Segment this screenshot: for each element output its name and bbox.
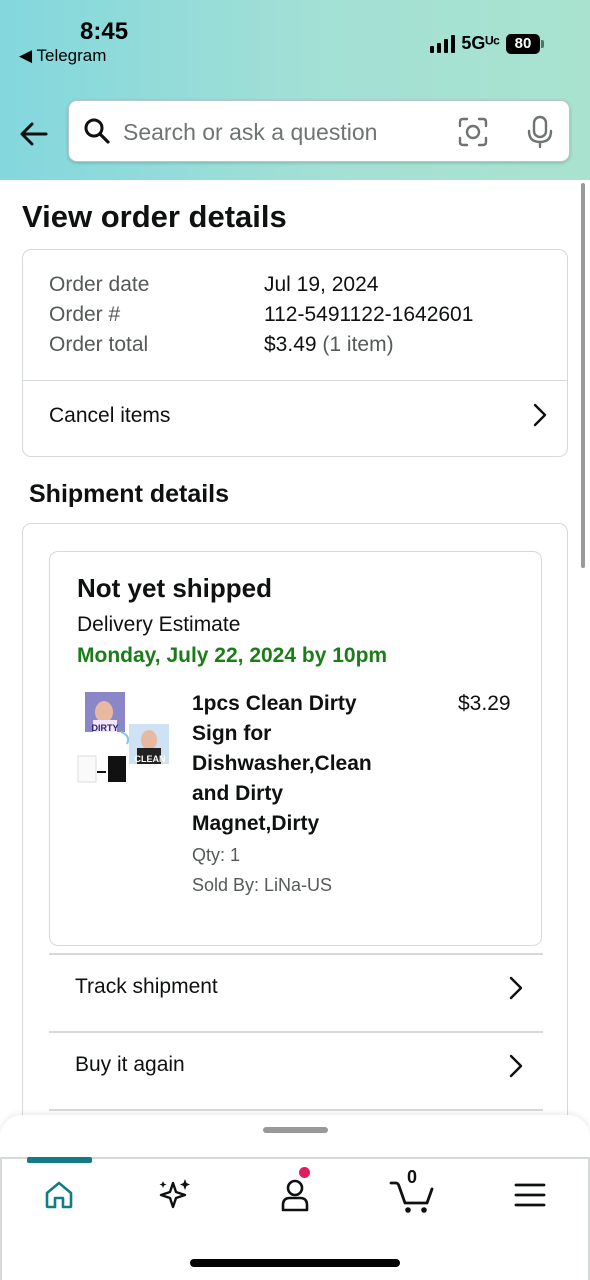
order-total-label: Order total [49, 333, 149, 356]
order-number-label: Order # [49, 303, 121, 326]
frame-edge-left [0, 1157, 2, 1280]
signal-icon [430, 34, 456, 53]
shipment-item-card: Not yet shipped Delivery Estimate Monday… [49, 551, 542, 946]
order-details-content[interactable]: View order details Order date Jul 19, 20… [0, 180, 590, 1115]
sheet-drag-handle[interactable] [263, 1127, 328, 1133]
microphone-icon[interactable] [525, 115, 555, 149]
thumb-dirty-text: DIRTY [92, 723, 119, 733]
product-title-link[interactable]: 1pcs Clean Dirty Sign for Dishwasher,Cle… [192, 689, 402, 839]
cancel-items-link[interactable]: Cancel items [49, 404, 170, 428]
battery-level: 80 [506, 33, 540, 54]
order-number-value: 112-5491122-1642601 [264, 303, 474, 326]
camera-lens-icon[interactable] [458, 117, 488, 147]
product-qty: Qty: 1 [192, 845, 241, 865]
home-icon [45, 1181, 73, 1209]
search-icon [84, 118, 110, 144]
search-input[interactable]: Search or ask a question [123, 119, 377, 146]
delivery-estimate-date: Monday, July 22, 2024 by 10pm [77, 644, 388, 667]
home-indicator[interactable] [190, 1259, 400, 1267]
order-total-items: (1 item) [322, 333, 394, 356]
nav-rufus[interactable] [153, 1173, 197, 1217]
order-total-value: $3.49 (1 item) [264, 333, 394, 357]
nav-account[interactable] [273, 1167, 317, 1217]
nav-menu[interactable] [508, 1173, 552, 1217]
order-date-value: Jul 19, 2024 [264, 273, 379, 296]
shipment-status: Not yet shipped [77, 573, 273, 603]
scrollbar[interactable] [581, 183, 585, 568]
status-indicators: 5Gᵁᶜ 80 [430, 33, 544, 54]
app-header: 8:45 ◀ Telegram 5Gᵁᶜ 80 Search or ask a … [0, 0, 590, 180]
nav-cart[interactable]: 0 [388, 1167, 436, 1217]
shipment-section-title: Shipment details [29, 480, 230, 508]
buy-again-label[interactable]: Buy it again [75, 1053, 185, 1077]
battery-icon: 80 [506, 33, 544, 54]
product-price: $3.29 [458, 692, 511, 715]
sparkle-icon [159, 1179, 190, 1209]
order-date-label: Order date [49, 273, 150, 296]
track-shipment-label[interactable]: Track shipment [75, 975, 218, 999]
thumb-clean-text: CLEAN [135, 754, 166, 764]
product-thumbnail[interactable]: DIRTY CLEAN [77, 692, 171, 786]
back-to-telegram-link[interactable]: ◀ Telegram [19, 46, 106, 66]
notification-dot [299, 1167, 310, 1178]
search-bar[interactable]: Search or ask a question [68, 100, 570, 162]
shipment-card: Not yet shipped Delivery Estimate Monday… [22, 523, 568, 1115]
back-arrow-icon[interactable] [16, 116, 52, 152]
order-total-amount: $3.49 [264, 333, 317, 356]
cart-count: 0 [406, 1167, 417, 1187]
status-time: 8:45 [80, 18, 129, 45]
order-summary-card: Order date Jul 19, 2024 Order # 112-5491… [22, 249, 568, 457]
page-title: View order details [22, 199, 287, 234]
chevron-right-icon[interactable] [503, 1053, 529, 1079]
buy-again-row[interactable]: Buy it again [49, 1031, 543, 1107]
track-shipment-row[interactable]: Track shipment [49, 953, 543, 1029]
account-icon [281, 1179, 309, 1212]
divider [23, 380, 567, 381]
active-tab-indicator [27, 1157, 92, 1163]
menu-icon [514, 1183, 546, 1207]
product-sold-by: Sold By: LiNa-US [192, 875, 333, 895]
nav-home[interactable] [37, 1173, 81, 1217]
bottom-nav-sheet: 0 [0, 1115, 590, 1280]
chevron-right-icon[interactable] [503, 975, 529, 1001]
network-label: 5Gᵁᶜ [461, 33, 500, 53]
chevron-right-icon[interactable] [527, 402, 553, 428]
delivery-estimate-label: Delivery Estimate [77, 613, 241, 636]
